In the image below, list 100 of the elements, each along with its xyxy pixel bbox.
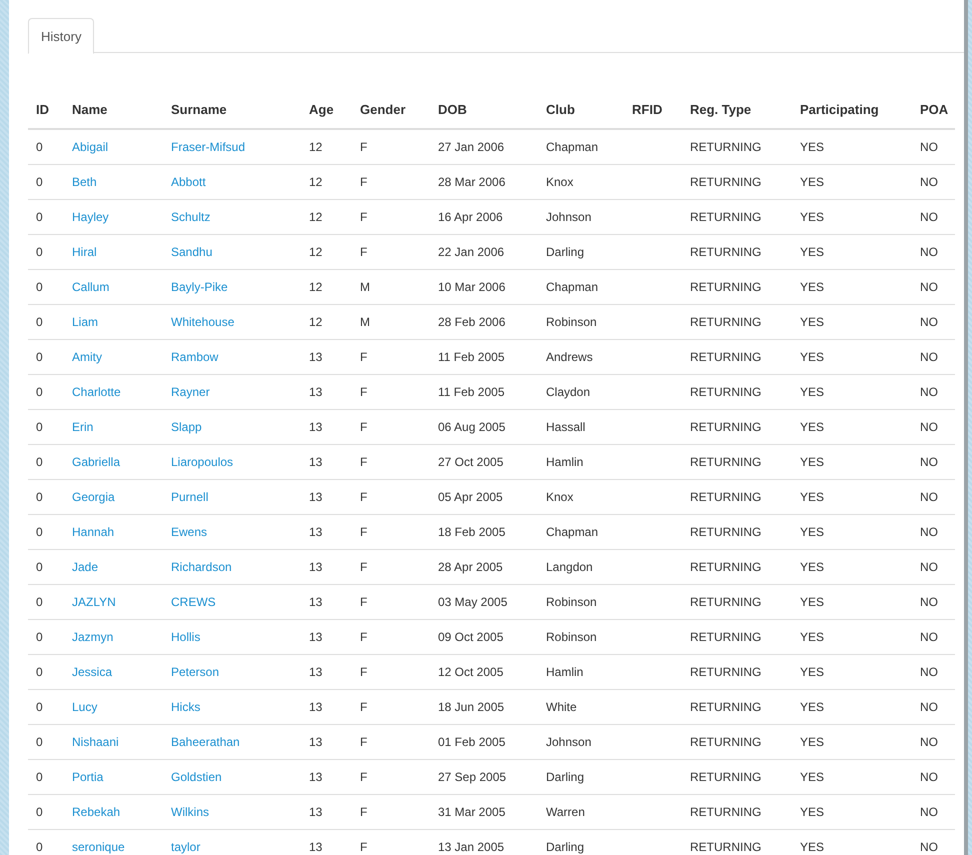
table-cell: 0 (36, 175, 43, 189)
surname-link[interactable]: Sandhu (171, 245, 212, 259)
table-cell: 13 (309, 770, 322, 784)
name-link[interactable]: Jessica (72, 665, 112, 679)
surname-link[interactable]: Baheerathan (171, 735, 240, 749)
table-cell: 0 (36, 560, 43, 574)
table-cell: 0 (36, 385, 43, 399)
surname-link[interactable]: Liaropoulos (171, 455, 234, 469)
tab[interactable]: History (28, 18, 94, 54)
table-cell: 28 Feb 2006 (438, 315, 506, 329)
name-link[interactable]: Hiral (72, 245, 97, 259)
name-link[interactable]: Portia (72, 770, 104, 784)
table-cell: 12 (309, 245, 322, 259)
name-link[interactable]: Nishaani (72, 735, 119, 749)
table-cell: 12 (309, 140, 322, 154)
name-link[interactable]: Erin (72, 420, 94, 434)
surname-link[interactable]: Abbott (171, 175, 206, 189)
table-cell: 13 (309, 805, 322, 819)
name-link[interactable]: Rebekah (72, 805, 120, 819)
name-link[interactable]: Charlotte (72, 385, 121, 399)
table-cell: F (360, 595, 368, 609)
table-cell: NO (920, 350, 938, 364)
table-cell: M (360, 280, 370, 294)
table-cell: NO (920, 595, 938, 609)
table-cell: 13 (309, 595, 322, 609)
surname-link[interactable]: Richardson (171, 560, 232, 574)
table-cell: 0 (36, 315, 43, 329)
table-cell: 0 (36, 420, 43, 434)
table-cell: RETURNING (690, 735, 762, 749)
table-cell: F (360, 210, 368, 224)
table-cell: F (360, 770, 368, 784)
surname-link[interactable]: Slapp (171, 420, 202, 434)
surname-link[interactable]: Wilkins (171, 805, 209, 819)
table-cell: 13 (309, 455, 322, 469)
surname-link[interactable]: Fraser-Mifsud (171, 140, 246, 154)
name-link[interactable]: Abigail (72, 140, 108, 154)
table-cell: 0 (36, 280, 43, 294)
table-cell: 06 Aug 2005 (438, 420, 506, 434)
table-cell: NO (920, 140, 938, 154)
surname-link[interactable]: Rambow (171, 350, 218, 364)
name-link[interactable]: Gabriella (72, 455, 120, 469)
surname-link[interactable]: Bayly-Pike (171, 280, 228, 294)
surname-link[interactable]: Purnell (171, 490, 208, 504)
table-cell: 13 (309, 735, 322, 749)
name-link[interactable]: Hayley (72, 210, 109, 224)
name-link[interactable]: Callum (72, 280, 110, 294)
surname-link[interactable]: Peterson (171, 665, 220, 679)
table-cell: YES (800, 140, 824, 154)
name-link[interactable]: Lucy (72, 700, 98, 714)
name-link[interactable]: Amity (72, 350, 102, 364)
surname-link[interactable]: CREWS (171, 595, 216, 609)
column-header: RFID (624, 91, 682, 129)
table-cell: F (360, 490, 368, 504)
table-cell: 12 (309, 175, 322, 189)
table-cell: 11 Feb 2005 (438, 350, 504, 364)
table-cell: YES (800, 595, 824, 609)
table-cell: NO (920, 840, 938, 854)
table-cell: F (360, 560, 368, 574)
table-cell: RETURNING (690, 245, 762, 259)
table-cell: RETURNING (690, 350, 762, 364)
table-cell: YES (800, 385, 824, 399)
table-cell: YES (800, 525, 824, 539)
surname-link[interactable]: Whitehouse (171, 315, 234, 329)
table-cell: YES (800, 420, 824, 434)
table-cell: NO (920, 490, 938, 504)
table-cell: Robinson (546, 595, 597, 609)
table-cell: NO (920, 455, 938, 469)
table-cell: 27 Jan 2006 (438, 140, 504, 154)
name-link[interactable]: Jazmyn (72, 630, 114, 644)
name-link[interactable]: JAZLYN (72, 595, 116, 609)
table-cell: 28 Apr 2005 (438, 560, 503, 574)
table-cell: 13 (309, 700, 322, 714)
table-cell: 12 Oct 2005 (438, 665, 504, 679)
name-link[interactable]: Liam (72, 315, 98, 329)
surname-link[interactable]: Schultz (171, 210, 210, 224)
name-link[interactable]: Hannah (72, 525, 114, 539)
table-cell: NO (920, 735, 938, 749)
table-cell: 31 Mar 2005 (438, 805, 506, 819)
table-cell: Langdon (546, 560, 593, 574)
surname-link[interactable]: Ewens (171, 525, 208, 539)
table-cell: RETURNING (690, 525, 762, 539)
table-cell: M (360, 315, 370, 329)
name-link[interactable]: seronique (72, 840, 125, 854)
table-cell: 0 (36, 350, 43, 364)
surname-link[interactable]: Goldstien (171, 770, 222, 784)
table-cell: 12 (309, 315, 322, 329)
name-link[interactable]: Beth (72, 175, 97, 189)
surname-link[interactable]: Rayner (171, 385, 210, 399)
surname-link[interactable]: Hicks (171, 700, 200, 714)
table-cell: RETURNING (690, 560, 762, 574)
table-cell: 13 (309, 560, 322, 574)
table-cell: Chapman (546, 140, 598, 154)
table-cell: RETURNING (690, 385, 762, 399)
table-cell: 0 (36, 245, 43, 259)
name-link[interactable]: Georgia (72, 490, 115, 504)
surname-link[interactable]: taylor (171, 840, 200, 854)
table-cell: Darling (546, 245, 584, 259)
surname-link[interactable]: Hollis (171, 630, 200, 644)
table-cell: F (360, 350, 368, 364)
name-link[interactable]: Jade (72, 560, 98, 574)
